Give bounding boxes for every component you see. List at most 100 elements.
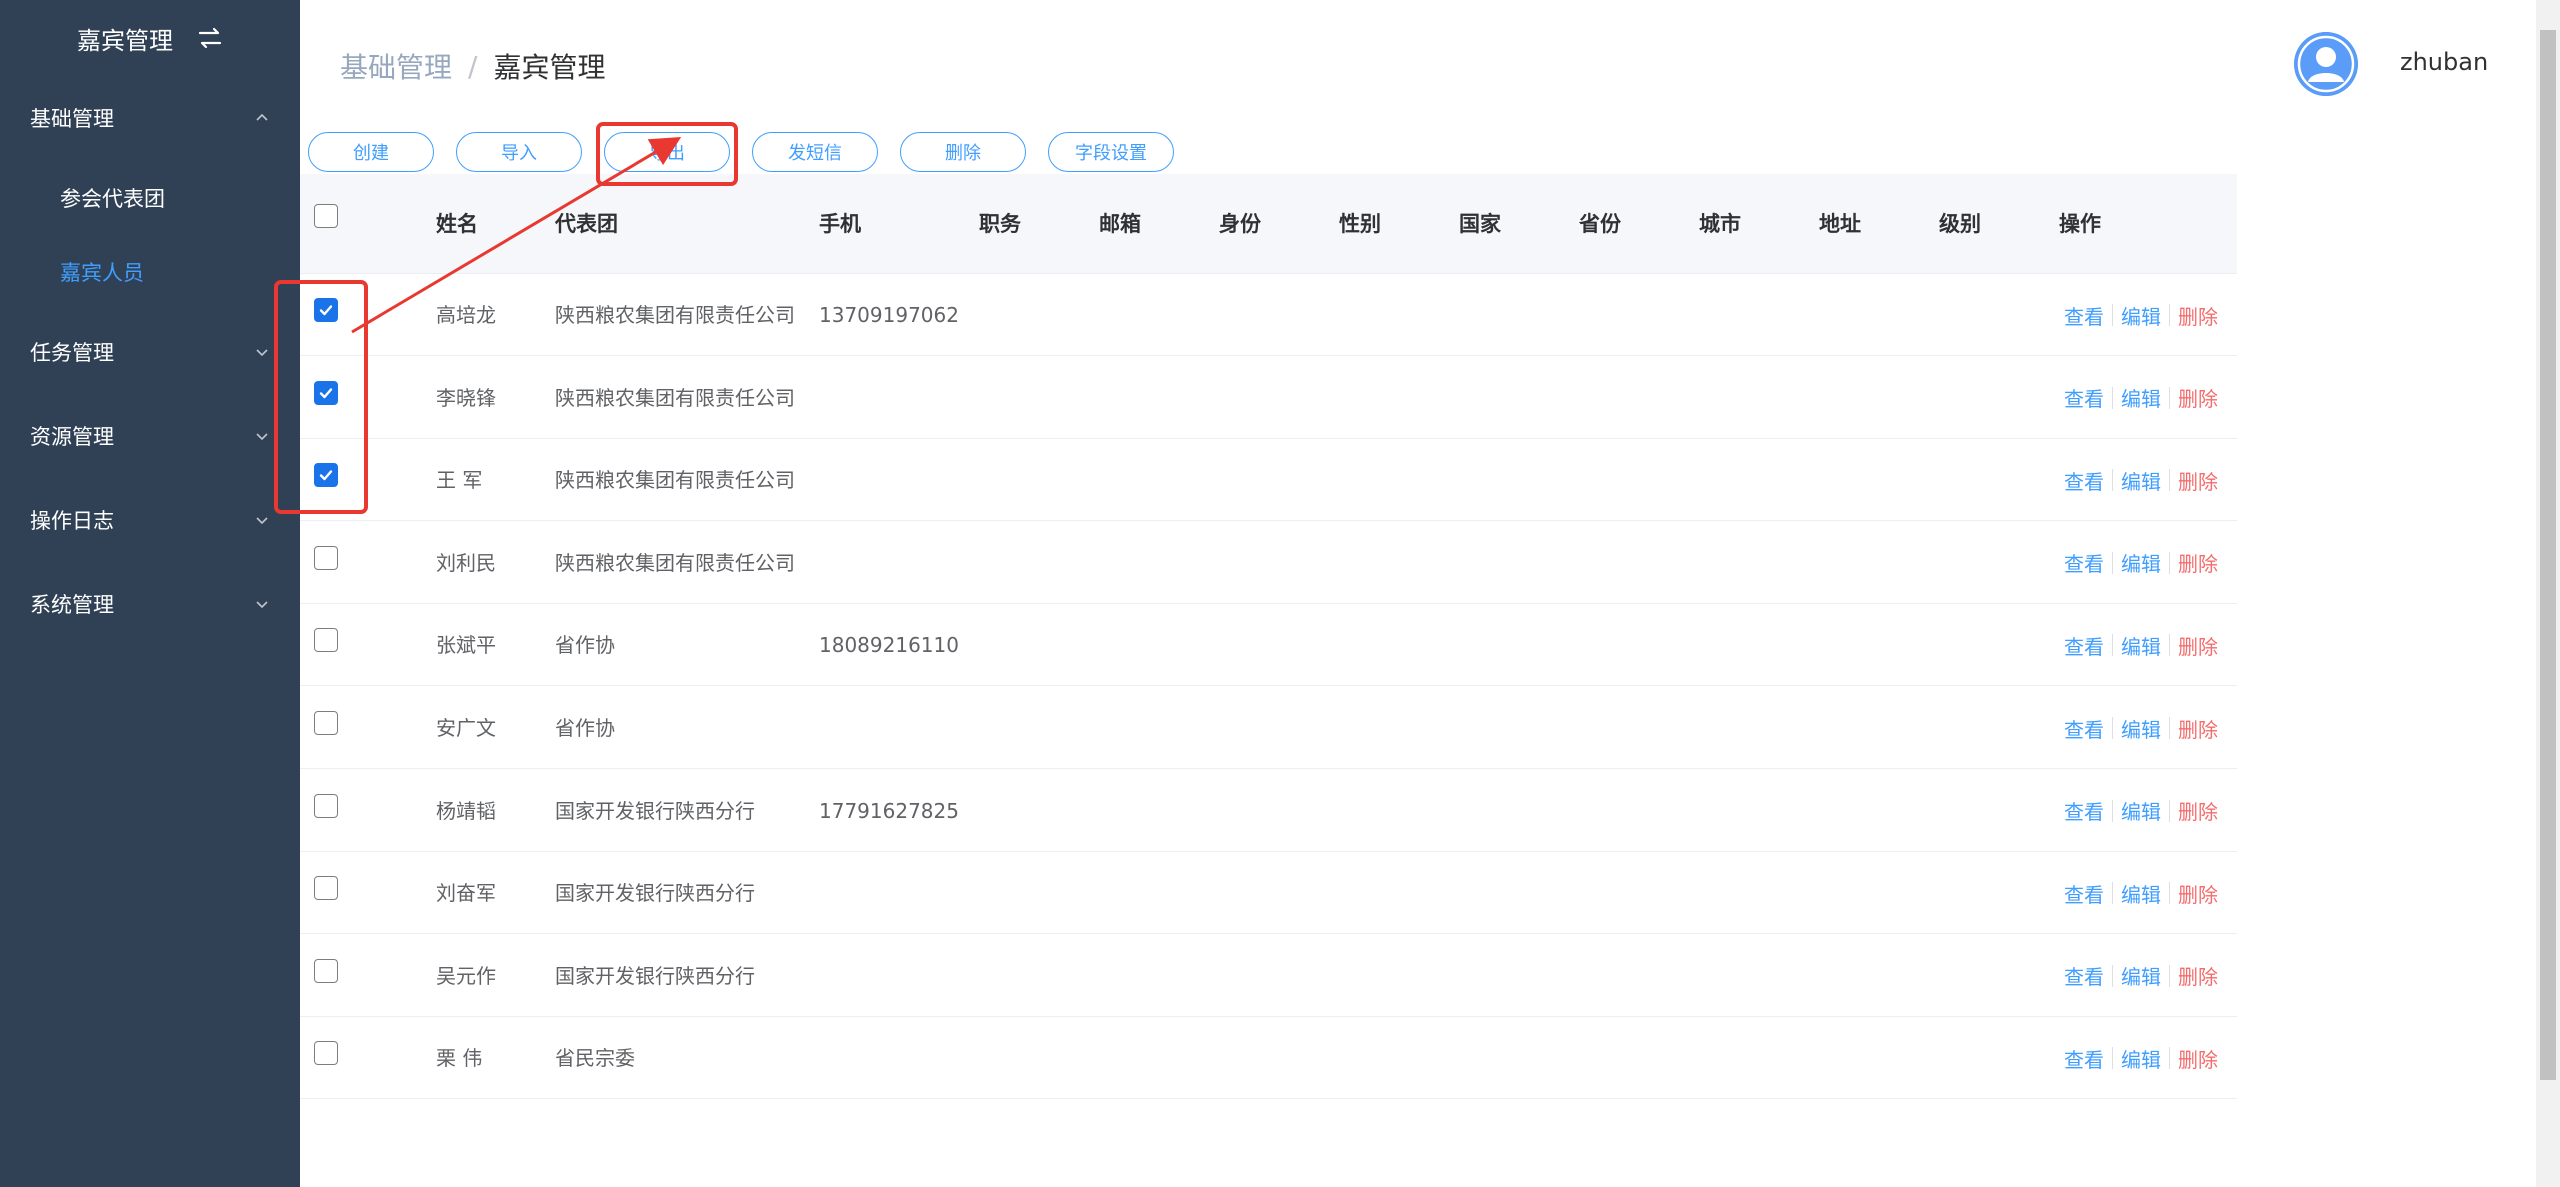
- cell-name: 杨靖韬: [436, 798, 496, 823]
- view-link[interactable]: 查看: [2064, 1044, 2104, 1073]
- edit-link[interactable]: 编辑: [2121, 1044, 2161, 1073]
- view-link[interactable]: 查看: [2064, 466, 2104, 495]
- cell-name: 张斌平: [436, 633, 496, 658]
- cell-name: 高培龙: [436, 303, 496, 327]
- delete-link[interactable]: 删除: [2178, 1044, 2218, 1073]
- column-header-country: 国家: [1459, 212, 1501, 236]
- field-settings-button[interactable]: 字段设置: [1048, 132, 1174, 172]
- action-divider: [2112, 717, 2113, 739]
- menu-operation-log[interactable]: 操作日志: [0, 478, 300, 562]
- row-checkbox[interactable]: [314, 711, 338, 735]
- table-row: 高培龙 陕西粮农集团有限责任公司 13709197062 查看 编辑 删除: [300, 274, 2237, 356]
- cell-delegation: 陕西粮农集团有限责任公司: [555, 468, 795, 493]
- delete-link[interactable]: 删除: [2178, 466, 2218, 495]
- row-checkbox[interactable]: [314, 545, 338, 570]
- view-link[interactable]: 查看: [2064, 714, 2104, 743]
- menu-label: 系统管理: [30, 593, 114, 617]
- delete-link[interactable]: 删除: [2178, 548, 2218, 577]
- column-header-email: 邮箱: [1099, 212, 1141, 236]
- view-link[interactable]: 查看: [2064, 796, 2104, 825]
- delete-link[interactable]: 删除: [2178, 714, 2218, 743]
- row-checkbox[interactable]: [314, 793, 338, 818]
- select-all-checkbox[interactable]: [314, 204, 338, 228]
- edit-link[interactable]: 编辑: [2121, 879, 2161, 908]
- row-checkbox[interactable]: [314, 958, 338, 983]
- delete-link[interactable]: 删除: [2178, 961, 2218, 990]
- import-button[interactable]: 导入: [456, 132, 582, 172]
- table-row: 王 军 陕西粮农集团有限责任公司 查看 编辑 删除: [300, 439, 2237, 522]
- view-link[interactable]: 查看: [2064, 301, 2104, 330]
- edit-link[interactable]: 编辑: [2121, 714, 2161, 743]
- delete-button[interactable]: 删除: [900, 132, 1026, 172]
- cell-delegation: 国家开发银行陕西分行: [555, 963, 755, 988]
- table-header: 姓名 代表团 手机 职务 邮箱 身份 性别 国家 省份 城市 地址 级别 操作: [300, 174, 2237, 274]
- menu-label: 任务管理: [30, 341, 114, 365]
- create-button[interactable]: 创建: [308, 132, 434, 172]
- action-divider: [2169, 717, 2170, 739]
- sidebar-brand: 嘉宾管理: [0, 0, 300, 76]
- menu-basic-management[interactable]: 基础管理: [0, 76, 300, 160]
- app-root: 嘉宾管理 基础管理 参会代表团 嘉宾人员 任务管理 资源管理 操作日志 系统管理…: [0, 0, 2560, 1187]
- delete-link[interactable]: 删除: [2178, 796, 2218, 825]
- row-checkbox[interactable]: [314, 876, 338, 901]
- user-avatar-icon[interactable]: [2294, 32, 2358, 96]
- page-scrollbar-thumb[interactable]: [2540, 30, 2556, 1080]
- row-checkbox[interactable]: [314, 298, 338, 322]
- breadcrumb-parent[interactable]: 基础管理: [340, 46, 452, 86]
- cell-delegation: 国家开发银行陕西分行: [555, 881, 755, 906]
- edit-link[interactable]: 编辑: [2121, 548, 2161, 577]
- swap-arrows-icon[interactable]: [197, 27, 223, 49]
- menu-label: 操作日志: [30, 509, 114, 533]
- cell-phone: 18089216110: [819, 633, 959, 658]
- edit-link[interactable]: 编辑: [2121, 961, 2161, 990]
- delete-link[interactable]: 删除: [2178, 301, 2218, 330]
- edit-link[interactable]: 编辑: [2121, 383, 2161, 412]
- view-link[interactable]: 查看: [2064, 879, 2104, 908]
- row-checkbox[interactable]: [314, 1041, 338, 1066]
- action-divider: [2169, 882, 2170, 905]
- chevron-down-icon: [254, 428, 270, 444]
- menu-task-management[interactable]: 任务管理: [0, 310, 300, 394]
- row-checkbox[interactable]: [314, 380, 338, 405]
- view-link[interactable]: 查看: [2064, 961, 2104, 990]
- cell-name: 吴元作: [436, 963, 496, 988]
- username[interactable]: zhuban: [2400, 48, 2488, 76]
- action-divider: [2112, 964, 2113, 987]
- view-link[interactable]: 查看: [2064, 631, 2104, 660]
- edit-link[interactable]: 编辑: [2121, 631, 2161, 660]
- column-header-delegation: 代表团: [555, 212, 618, 236]
- breadcrumb-current: 嘉宾管理: [493, 51, 606, 84]
- action-divider: [2112, 1047, 2113, 1070]
- edit-link[interactable]: 编辑: [2121, 301, 2161, 330]
- delete-link[interactable]: 删除: [2178, 631, 2218, 660]
- submenu-guests[interactable]: 嘉宾人员: [0, 234, 300, 310]
- edit-link[interactable]: 编辑: [2121, 466, 2161, 495]
- cell-name: 李晓锋: [436, 385, 496, 410]
- column-header-gender: 性别: [1339, 212, 1381, 236]
- menu-system-management[interactable]: 系统管理: [0, 562, 300, 646]
- view-link[interactable]: 查看: [2064, 383, 2104, 412]
- column-header-province: 省份: [1579, 212, 1621, 236]
- cell-delegation: 省作协: [555, 633, 615, 658]
- table-row: 安广文 省作协 查看 编辑 删除: [300, 687, 2237, 769]
- delete-link[interactable]: 删除: [2178, 879, 2218, 908]
- menu-label: 资源管理: [30, 425, 114, 449]
- cell-delegation: 国家开发银行陕西分行: [555, 798, 755, 823]
- table-row: 刘利民 陕西粮农集团有限责任公司 查看 编辑 删除: [300, 522, 2237, 604]
- submenu-label: 嘉宾人员: [60, 261, 144, 285]
- row-checkbox[interactable]: [314, 628, 338, 653]
- delete-link[interactable]: 删除: [2178, 383, 2218, 412]
- cell-name: 栗 伟: [436, 1046, 483, 1071]
- breadcrumb-separator: /: [468, 49, 478, 83]
- edit-link[interactable]: 编辑: [2121, 796, 2161, 825]
- row-checkbox[interactable]: [314, 463, 338, 488]
- view-link[interactable]: 查看: [2064, 548, 2104, 577]
- action-divider: [2112, 634, 2113, 657]
- send-sms-button[interactable]: 发短信: [752, 132, 878, 172]
- export-button[interactable]: 导出: [604, 132, 730, 172]
- column-header-address: 地址: [1819, 212, 1861, 236]
- submenu-delegation[interactable]: 参会代表团: [0, 160, 300, 236]
- cell-name: 刘利民: [436, 550, 496, 575]
- column-header-actions: 操作: [2059, 212, 2101, 236]
- menu-resource-management[interactable]: 资源管理: [0, 394, 300, 478]
